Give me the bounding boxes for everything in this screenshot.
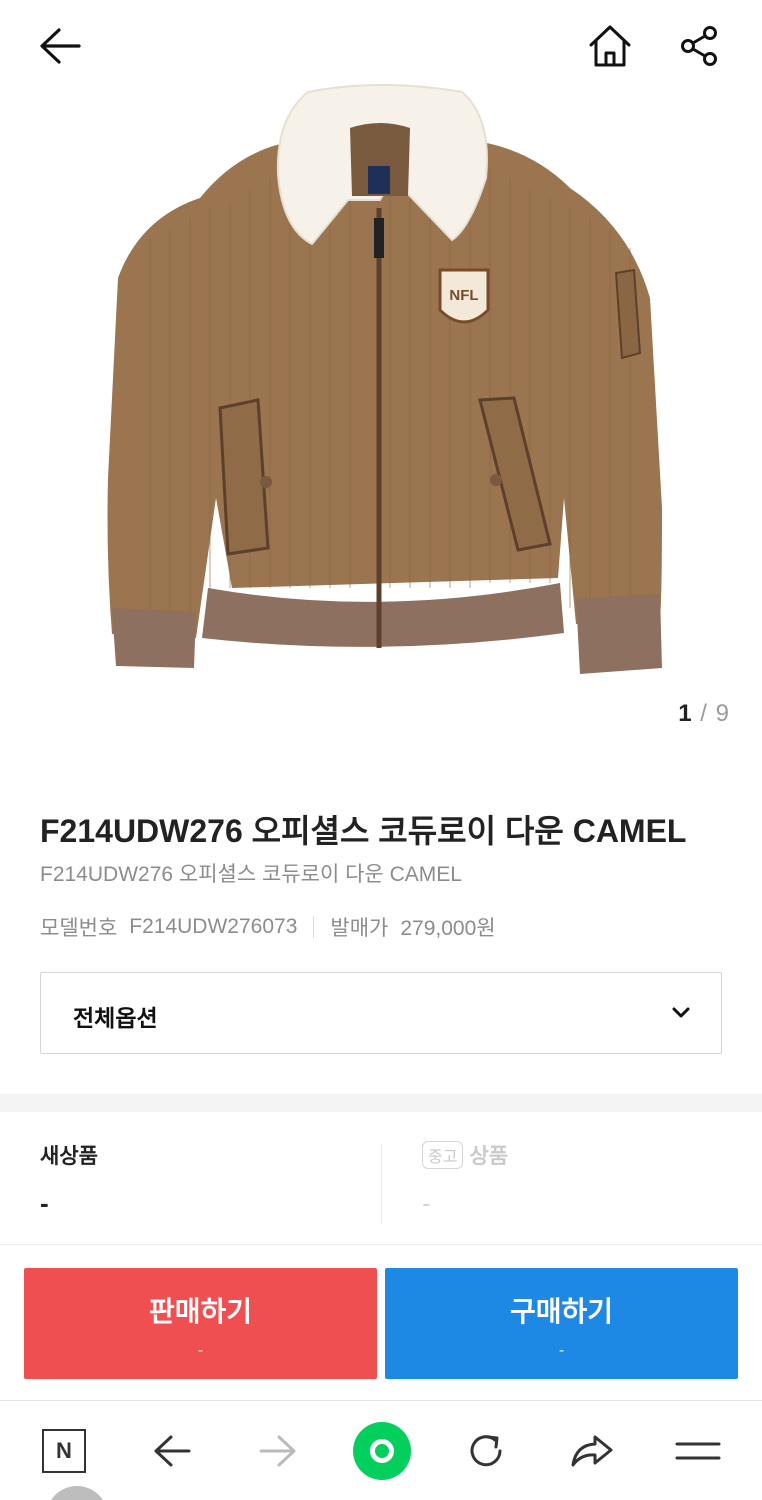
new-product-label: 새상품	[40, 1145, 98, 1168]
price-column-divider	[381, 1144, 382, 1224]
top-bar	[0, 0, 762, 90]
share-icon	[681, 26, 717, 66]
new-product-tab[interactable]: 새상품 -	[40, 1140, 98, 1219]
action-divider	[0, 1244, 762, 1245]
release-label: 발매가	[330, 917, 389, 940]
jacket-illustration: NFL	[107, 84, 662, 674]
option-select[interactable]: 전체옵션	[40, 972, 722, 1054]
reload-button[interactable]	[462, 1427, 510, 1475]
patch-text: NFL	[449, 287, 478, 304]
forward-arrow-icon	[259, 1435, 296, 1467]
browser-back-button[interactable]	[148, 1427, 196, 1475]
meta-divider	[313, 916, 315, 938]
used-badge: 중고	[422, 1141, 464, 1169]
green-circle-icon	[353, 1422, 411, 1480]
back-button[interactable]	[28, 18, 92, 74]
model-value: F214UDW276073	[129, 915, 298, 938]
buy-button-price: -	[558, 1342, 565, 1359]
release-value: 279,000원	[400, 917, 496, 940]
green-action-button[interactable]	[352, 1421, 412, 1481]
sell-button-price: -	[197, 1342, 204, 1359]
menu-button[interactable]	[674, 1427, 722, 1475]
arrow-left-icon	[40, 28, 81, 64]
sell-button[interactable]: 판매하기 -	[24, 1268, 377, 1379]
new-product-price: -	[40, 1188, 49, 1218]
naver-home-letter: N	[56, 1438, 72, 1463]
used-product-price: -	[422, 1188, 431, 1218]
home-icon	[589, 25, 631, 67]
sell-button-label: 판매하기	[148, 1296, 253, 1327]
product-meta: 모델번호 F214UDW276073 발매가 279,000원	[40, 912, 496, 942]
buy-button-label: 구매하기	[509, 1296, 614, 1327]
option-select-label: 전체옵션	[73, 1005, 158, 1031]
product-image[interactable]: NFL	[90, 78, 672, 698]
browser-toolbar: N	[0, 1400, 762, 1500]
pager-total: 9	[715, 700, 730, 727]
chevron-down-icon	[672, 1007, 690, 1018]
buy-button[interactable]: 구매하기 -	[385, 1268, 738, 1379]
back-arrow-icon	[154, 1435, 191, 1467]
browser-share-button[interactable]	[568, 1427, 616, 1475]
used-product-tab[interactable]: 중고 상품 -	[422, 1140, 508, 1219]
menu-icon	[675, 1442, 721, 1460]
product-title: F214UDW276 오피셜스 코듀로이 다운 CAMEL	[40, 813, 687, 849]
share-arrow-icon	[571, 1435, 613, 1467]
pager-current: 1	[678, 700, 693, 727]
section-divider	[0, 1094, 762, 1112]
pager-separator: /	[700, 700, 708, 727]
naver-home-button[interactable]: N	[40, 1427, 88, 1475]
used-product-label: 상품	[469, 1145, 509, 1168]
product-subtitle: F214UDW276 오피셜스 코듀로이 다운 CAMEL	[40, 863, 462, 886]
model-label: 모델번호	[40, 917, 118, 940]
naver-home-icon: N	[42, 1429, 86, 1473]
browser-forward-button[interactable]	[254, 1427, 302, 1475]
home-button[interactable]	[578, 18, 642, 74]
image-pager: 1 / 9	[678, 700, 730, 728]
share-button[interactable]	[668, 18, 732, 74]
reload-icon	[470, 1435, 502, 1467]
